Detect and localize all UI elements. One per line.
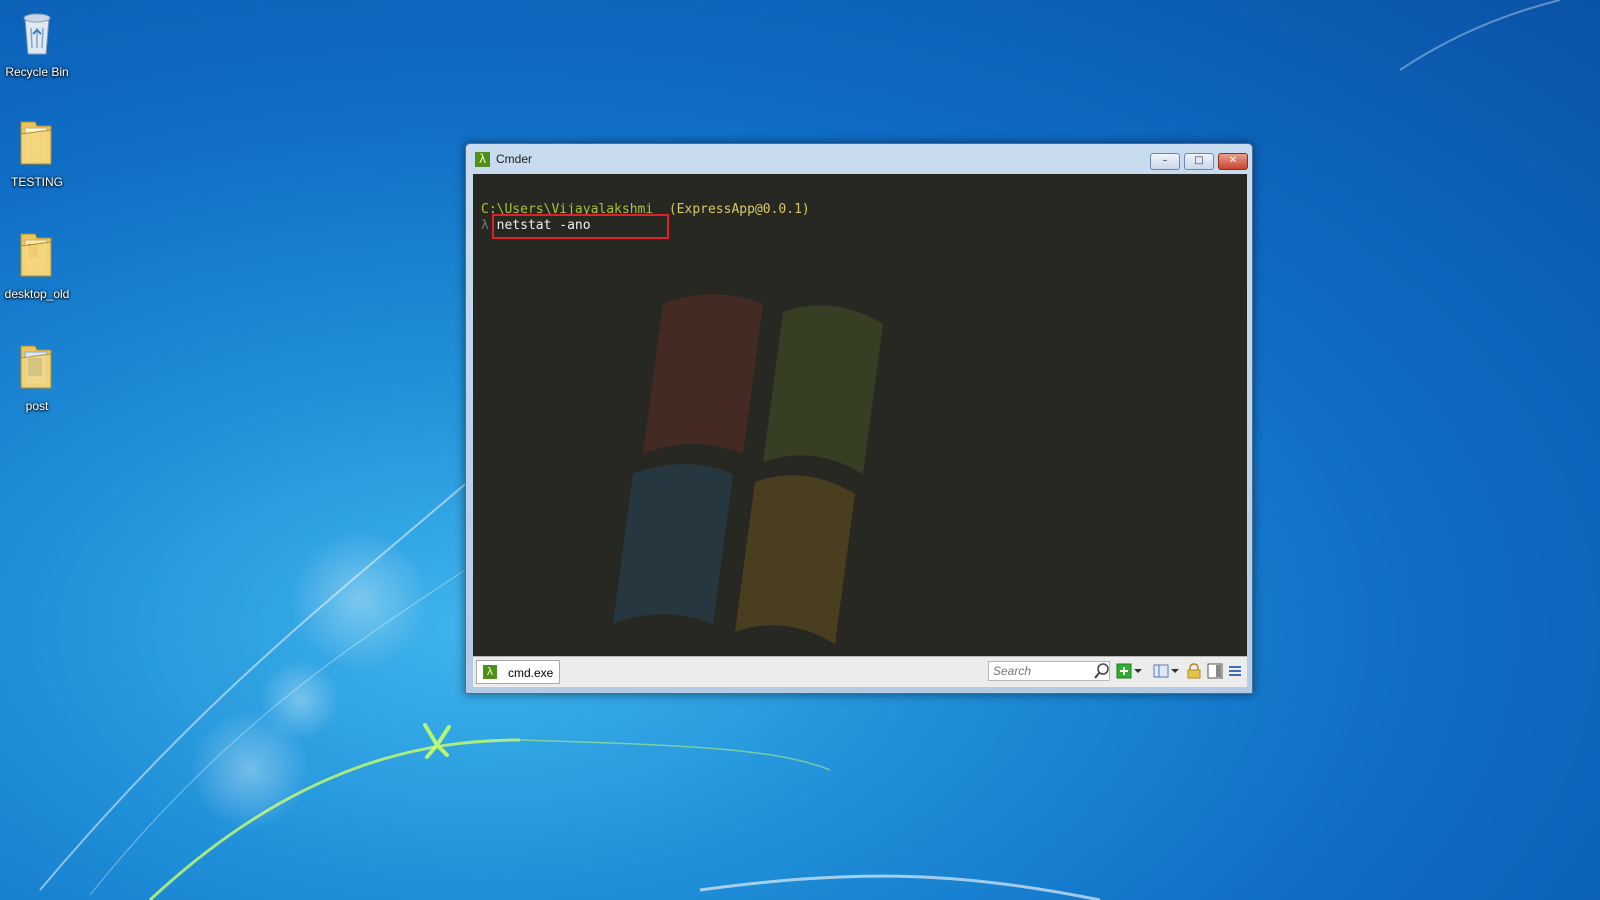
folder-icon (20, 233, 52, 277)
tab-cmd-exe[interactable]: λ cmd.exe (476, 660, 560, 684)
folder-icon (20, 121, 52, 165)
recycle-bin-icon (23, 13, 51, 55)
lambda-icon: λ (483, 665, 497, 679)
window-title: Cmder (496, 152, 533, 166)
desktop-icon-label: TESTING (10, 175, 63, 189)
lock-icon[interactable] (1186, 663, 1202, 679)
maximize-button[interactable]: □ (1184, 153, 1214, 170)
minimize-button[interactable]: – (1150, 153, 1180, 170)
desktop-icon-desktop-old[interactable]: desktop_old (0, 230, 77, 301)
status-bar: λ cmd.exe Search (473, 656, 1247, 687)
console-area[interactable]: C:\Users\Vijayalakshmi (ExpressApp@0.0.1… (473, 174, 1247, 656)
tab-label: cmd.exe (508, 666, 554, 680)
desktop-icon-post[interactable]: post (0, 342, 77, 413)
branch-info: (ExpressApp@0.0.1) (668, 202, 810, 217)
close-button[interactable]: ✕ (1218, 153, 1248, 170)
folder-icon (20, 345, 52, 389)
desktop-icon-label: desktop_old (4, 287, 70, 301)
chevron-down-icon[interactable] (1170, 663, 1180, 679)
prompt-symbol: λ (481, 218, 489, 233)
desktop-icon-label: Recycle Bin (5, 65, 69, 79)
menu-icon[interactable] (1227, 663, 1243, 679)
desktop-icon-testing[interactable]: TESTING (0, 118, 77, 189)
chevron-down-icon[interactable] (1133, 663, 1143, 679)
split-view-icon[interactable] (1153, 663, 1169, 679)
title-bar[interactable]: λ Cmder – □ ✕ (466, 144, 1252, 174)
desktop-icon-recycle-bin[interactable]: Recycle Bin (0, 8, 77, 79)
command-highlight-box (492, 214, 669, 239)
new-console-icon[interactable] (1116, 663, 1132, 679)
desktop-icon-label: post (25, 399, 49, 413)
search-input[interactable]: Search (988, 661, 1110, 681)
search-icon[interactable] (1093, 662, 1111, 680)
window-layout-icon[interactable] (1207, 663, 1223, 679)
cmder-window: λ Cmder – □ ✕ C:\Users\Vijayalakshmi (Ex… (465, 143, 1253, 694)
lambda-icon: λ (475, 152, 490, 167)
windows-logo-watermark (613, 294, 883, 644)
